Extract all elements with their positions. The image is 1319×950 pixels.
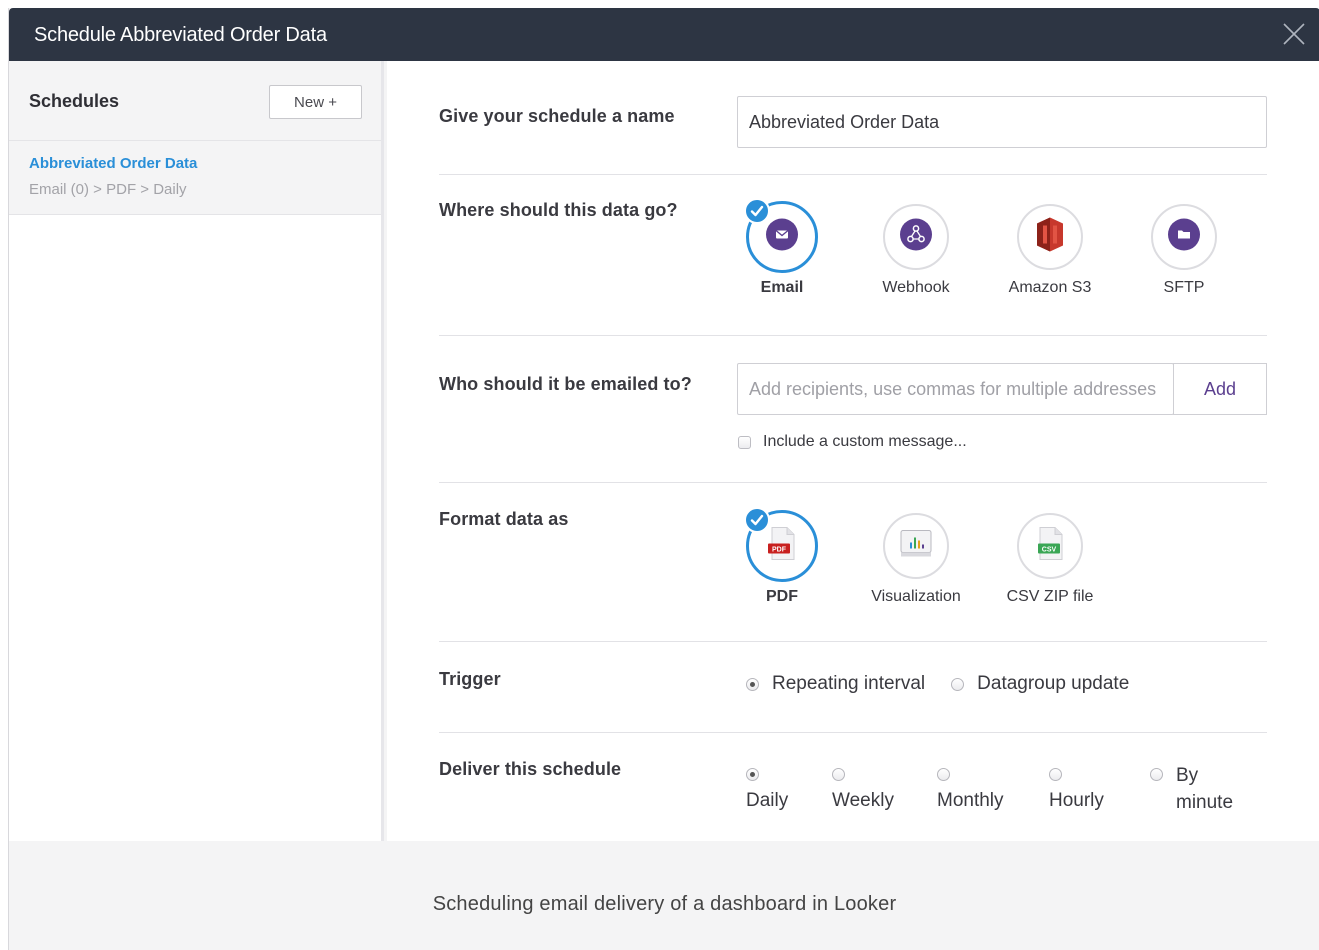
deliver-option-label: By minute: [1176, 765, 1234, 813]
sidebar-header: Schedules New +: [9, 61, 381, 141]
destination-label: SFTP: [1163, 279, 1205, 296]
dialog-title: Schedule Abbreviated Order Data: [34, 24, 327, 46]
schedule-list-item[interactable]: Abbreviated Order Data Email (0) > PDF >…: [9, 141, 381, 215]
trigger-options: Repeating interval Datagroup update: [746, 673, 1129, 695]
selected-check-icon: [744, 198, 770, 224]
svg-text:CSV: CSV: [1042, 547, 1057, 554]
new-schedule-button[interactable]: New +: [269, 85, 362, 119]
caption-text: Scheduling email delivery of a dashboard…: [432, 893, 897, 915]
divider: [439, 174, 1267, 175]
deliver-hourly-radio[interactable]: [1049, 768, 1062, 782]
destination-label: Email: [760, 279, 804, 296]
schedules-sidebar: Schedules New + Abbreviated Order Data E…: [9, 61, 384, 841]
dialog-titlebar: Schedule Abbreviated Order Data: [9, 8, 1319, 61]
destination-label: Webhook: [882, 279, 950, 296]
destination-label: Amazon S3: [1008, 279, 1092, 296]
csv-file-icon: CSV: [1035, 527, 1065, 566]
destination-amazon-s3[interactable]: Amazon S3: [995, 204, 1105, 304]
custom-message-row[interactable]: Include a custom message...: [738, 433, 967, 451]
deliver-weekly-radio[interactable]: [832, 768, 845, 782]
deliver-option-label: Monthly: [937, 790, 1004, 811]
schedule-item-name: Abbreviated Order Data: [29, 155, 198, 172]
deliver-by-minute-radio[interactable]: [1150, 768, 1163, 782]
destination-email[interactable]: Email: [727, 198, 837, 304]
destination-webhook[interactable]: Webhook: [861, 204, 971, 304]
deliver-monthly-radio[interactable]: [937, 768, 950, 782]
amazon-s3-icon: [1035, 217, 1065, 258]
format-label: Visualization: [871, 588, 961, 605]
format-label: PDF: [766, 588, 798, 605]
destination-sftp[interactable]: SFTP: [1129, 204, 1239, 304]
deliver-option-label: Weekly: [832, 790, 894, 811]
divider: [439, 482, 1267, 483]
envelope-icon: [766, 218, 798, 256]
recipients-input[interactable]: Add recipients, use commas for multiple …: [737, 363, 1174, 415]
destination-question: Where should this data go?: [439, 200, 678, 220]
trigger-question: Trigger: [439, 669, 501, 689]
chart-icon: [900, 530, 932, 563]
deliver-question: Deliver this schedule: [439, 759, 622, 779]
schedule-item-path: Email (0) > PDF > Daily: [29, 181, 187, 198]
pdf-file-icon: PDF: [767, 527, 797, 566]
name-question: Give your schedule a name: [439, 106, 675, 126]
recipients-question: Who should it be emailed to?: [439, 374, 692, 394]
deliver-hourly[interactable]: Hourly: [1049, 766, 1129, 812]
trigger-datagroup-radio[interactable]: [951, 677, 965, 691]
deliver-option-label: Hourly: [1049, 790, 1104, 811]
image-caption: Scheduling email delivery of a dashboard…: [9, 841, 1319, 950]
webhook-icon: [900, 218, 932, 256]
format-visualization[interactable]: Visualization: [861, 513, 971, 613]
close-icon[interactable]: [1282, 22, 1306, 46]
trigger-option-label[interactable]: Datagroup update: [977, 673, 1129, 695]
custom-message-checkbox[interactable]: [738, 435, 751, 449]
format-csv-zip[interactable]: CSV CSV ZIP file: [995, 513, 1105, 613]
deliver-weekly[interactable]: Weekly: [832, 766, 912, 812]
format-pdf[interactable]: PDF PDF: [727, 507, 837, 613]
divider: [439, 641, 1267, 642]
divider: [439, 335, 1267, 336]
deliver-option-label: Daily: [746, 790, 789, 811]
format-question: Format data as: [439, 509, 569, 529]
dialog-frame: Schedule Abbreviated Order Data Schedule…: [8, 8, 1319, 950]
schedule-form: Give your schedule a name Abbreviated Or…: [387, 61, 1319, 841]
sidebar-heading: Schedules: [29, 91, 120, 111]
divider: [439, 732, 1267, 733]
schedule-name-input[interactable]: Abbreviated Order Data: [737, 96, 1267, 148]
deliver-daily[interactable]: Daily: [746, 766, 806, 812]
trigger-repeating-radio[interactable]: [746, 677, 759, 691]
add-recipient-button[interactable]: Add: [1173, 363, 1267, 415]
deliver-monthly[interactable]: Monthly: [937, 766, 1027, 812]
selected-check-icon: [744, 507, 770, 533]
format-label: CSV ZIP file: [1006, 588, 1094, 605]
folder-icon: [1168, 218, 1200, 256]
custom-message-label: Include a custom message...: [763, 433, 967, 450]
svg-text:PDF: PDF: [772, 547, 787, 554]
deliver-daily-radio[interactable]: [746, 768, 759, 782]
trigger-option-label[interactable]: Repeating interval: [772, 673, 925, 695]
deliver-by-minute[interactable]: By minute: [1150, 765, 1233, 813]
